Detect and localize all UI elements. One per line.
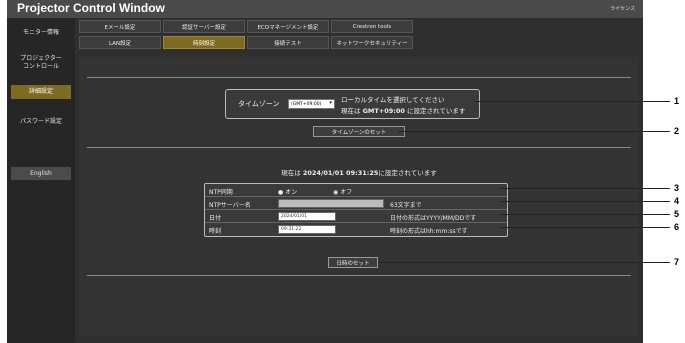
callout-line-3	[501, 188, 670, 189]
set-datetime-button[interactable]: 日時のセット	[328, 257, 378, 268]
callout-line-2	[398, 131, 670, 132]
divider	[87, 275, 631, 276]
current-datetime-suffix: に設定されています	[378, 169, 437, 177]
time-input[interactable]: 09:31:22	[278, 225, 336, 234]
date-row: 日付 2024/01/01 日付の形式はYYYY/MM/DDです	[205, 210, 507, 223]
current-datetime-prefix: 現在は	[281, 169, 301, 177]
tab-connection-test[interactable]: 接続テスト	[247, 36, 329, 49]
sidebar-item-english[interactable]: English	[11, 167, 71, 180]
time-row: 時刻 09:31:22 時刻の形式はhh:mm:ssです	[205, 223, 507, 236]
tab-email-settings[interactable]: Eメール設定	[79, 20, 161, 33]
tab-lan-settings[interactable]: LAN設定	[79, 36, 161, 49]
callout-number-3: 3	[674, 183, 680, 193]
projector-window: Projector Control Window ライセンス モニター情報 プロ…	[7, 0, 643, 343]
callout-number-2: 2	[674, 126, 680, 136]
ntp-settings-table: NTP同期 ● オン ◉ オフ NTPサーバー名 63文字まで 日付 2024/…	[204, 183, 508, 237]
callout-line-7	[379, 262, 670, 263]
timezone-message: ローカルタイムを選択してください	[341, 96, 445, 104]
set-timezone-button[interactable]: タイムゾーンのセット	[313, 126, 405, 137]
tab-eco-management[interactable]: ECOマネージメント設定	[247, 20, 329, 33]
date-label: 日付	[209, 215, 222, 222]
license-link[interactable]: ライセンス	[610, 5, 635, 12]
callout-line-4	[501, 201, 670, 202]
sidebar-item-projector-control[interactable]: プロジェクター コントロール	[11, 52, 71, 74]
ntp-off-radio[interactable]: ◉ オフ	[333, 187, 352, 196]
divider	[87, 77, 631, 78]
timezone-panel: タイムゾーン (GMT+09:00) ▾ ローカルタイムを選択してください 現在…	[225, 89, 480, 119]
ntp-server-row: NTPサーバー名 63文字まで	[205, 197, 507, 210]
callout-line-5	[501, 214, 670, 215]
callout-line-6	[501, 227, 670, 228]
sidebar-item-detail-settings[interactable]: 詳細設定	[11, 85, 71, 99]
current-datetime-value: 2024/01/01 09:31:25	[302, 169, 379, 177]
tab-crestron-tools[interactable]: Crestron tools	[331, 20, 413, 33]
callout-number-4: 4	[674, 196, 680, 206]
timezone-select[interactable]: (GMT+09:00) ▾	[288, 99, 335, 109]
ntp-server-hint: 63文字まで	[390, 202, 422, 209]
current-datetime: 現在は 2024/01/01 09:31:25に設定されています	[79, 167, 639, 177]
timezone-current: 現在は GMT+09:00 に設定されています	[341, 105, 465, 115]
callout-number-1: 1	[674, 96, 680, 106]
ntp-server-input[interactable]	[278, 199, 384, 208]
tab-auth-server-settings[interactable]: 認証サーバー設定	[163, 20, 245, 33]
ntp-sync-row: NTP同期 ● オン ◉ オフ	[205, 184, 507, 197]
date-format-hint: 日付の形式はYYYY/MM/DDです	[390, 215, 477, 222]
ntp-server-label: NTPサーバー名	[209, 202, 251, 209]
timezone-current-prefix: 現在は	[341, 107, 361, 115]
timezone-current-value: GMT+09:00	[362, 107, 405, 115]
time-label: 時刻	[209, 228, 222, 235]
ntp-sync-label: NTP同期	[209, 189, 233, 196]
tab-network-security[interactable]: ネットワークセキュリティー	[331, 36, 413, 49]
timezone-current-suffix: に設定されています	[407, 107, 466, 115]
date-input[interactable]: 2024/01/01	[278, 212, 336, 221]
time-settings-panel: タイムゾーン (GMT+09:00) ▾ ローカルタイムを選択してください 現在…	[79, 57, 639, 336]
app-title: Projector Control Window	[17, 1, 165, 15]
sidebar: モニター情報 プロジェクター コントロール 詳細設定 パスワード設定 Engli…	[7, 18, 75, 343]
divider	[87, 147, 631, 148]
callout-number-5: 5	[674, 209, 680, 219]
tab-time-settings[interactable]: 時刻設定	[163, 36, 245, 49]
callout-line-1	[474, 101, 670, 102]
callout-number-7: 7	[674, 257, 680, 267]
time-format-hint: 時刻の形式はhh:mm:ssです	[390, 228, 468, 235]
callout-number-6: 6	[674, 222, 680, 232]
timezone-select-value: (GMT+09:00)	[291, 101, 322, 107]
timezone-label: タイムゾーン	[238, 100, 280, 108]
title-bar: Projector Control Window ライセンス	[7, 0, 643, 18]
chevron-down-icon: ▾	[329, 100, 332, 106]
sidebar-item-password-settings[interactable]: パスワード設定	[11, 116, 71, 128]
ntp-on-radio[interactable]: ● オン	[278, 187, 297, 196]
sidebar-item-monitor-info[interactable]: モニター情報	[11, 27, 71, 39]
